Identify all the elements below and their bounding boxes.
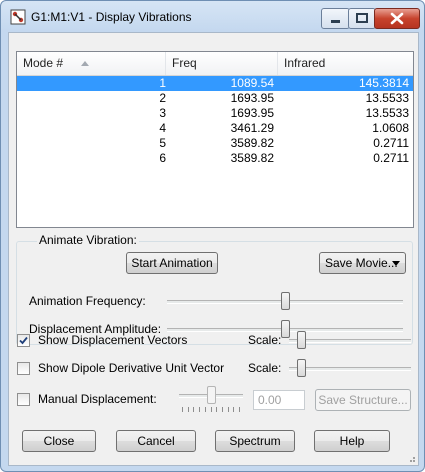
displacement-amplitude-slider[interactable] (281, 320, 290, 338)
vectors-scale-track (289, 339, 411, 343)
table-row[interactable]: 5 3589.82 0.2711 (17, 136, 413, 151)
maximize-icon (356, 13, 368, 23)
column-header-infrared[interactable]: Infrared (278, 52, 413, 75)
minimize-button[interactable] (321, 8, 350, 29)
table-row[interactable]: 2 1693.95 13.5533 (17, 91, 413, 106)
cell-freq: 1693.95 (230, 106, 274, 120)
table-header: Mode # Freq Infrared (17, 52, 413, 76)
display-vibrations-window: G1:M1:V1 - Display Vibrations Mode # Fre… (0, 0, 425, 472)
table-row[interactable]: 6 3589.82 0.2711 (17, 151, 413, 166)
animation-frequency-label: Animation Frequency: (29, 294, 146, 308)
dipole-scale-slider[interactable] (297, 359, 307, 377)
cell-infrared: 13.5533 (365, 106, 409, 120)
table-row[interactable]: 4 3461.29 1.0608 (17, 121, 413, 136)
dropdown-arrow-icon (392, 261, 400, 266)
checkmark-icon (19, 336, 28, 345)
cell-mode: 2 (159, 91, 166, 105)
cell-infrared: 1.0608 (372, 121, 409, 135)
cell-mode: 4 (159, 121, 166, 135)
manual-displacement-slider[interactable] (207, 386, 216, 404)
show-dipole-derivative-label: Show Dipole Derivative Unit Vector (38, 361, 225, 375)
cancel-button[interactable]: Cancel (116, 430, 196, 452)
cell-infrared: 145.3814 (358, 76, 409, 90)
show-displacement-vectors-label: Show Displacement Vectors (38, 333, 188, 347)
animate-vibration-label: Animate Vibration: (37, 233, 139, 247)
spectrum-button[interactable]: Spectrum (215, 430, 295, 452)
vibration-table[interactable]: Mode # Freq Infrared 1 1089.54 145.3814 2 16… (16, 51, 414, 228)
save-structure-button[interactable]: Save Structure... (315, 389, 411, 411)
cell-infrared: 0.2711 (373, 136, 409, 150)
manual-displacement-value[interactable]: 0.00 (253, 390, 305, 410)
cell-freq: 1089.54 (230, 76, 274, 90)
show-dipole-derivative-checkbox[interactable] (17, 362, 30, 375)
manual-displacement-ticks (182, 407, 240, 412)
title-bar[interactable]: G1:M1:V1 - Display Vibrations (1, 1, 424, 33)
start-animation-button[interactable]: Start Animation (126, 252, 218, 274)
cell-infrared: 13.5533 (365, 91, 409, 105)
save-movie-label: Save Movie... (325, 256, 398, 270)
cell-mode: 5 (159, 136, 166, 150)
cell-freq: 3589.82 (230, 136, 274, 150)
dipole-scale-label: Scale: (248, 361, 282, 375)
column-header-freq-label: Freq (172, 56, 197, 70)
help-button[interactable]: Help (314, 430, 390, 452)
cell-freq: 1693.95 (230, 91, 274, 105)
column-header-mode-label: Mode # (23, 56, 64, 70)
app-icon (10, 9, 26, 25)
column-header-infrared-label: Infrared (284, 56, 326, 70)
maximize-button[interactable] (348, 8, 376, 29)
dialog-body: Mode # Freq Infrared 1 1089.54 145.3814 2 16… (8, 32, 419, 466)
cell-mode: 1 (159, 76, 166, 90)
cell-mode: 6 (159, 151, 166, 165)
show-displacement-vectors-checkbox[interactable] (17, 334, 30, 347)
animation-frequency-slider[interactable] (281, 292, 290, 310)
table-row[interactable]: 3 1693.95 13.5533 (17, 106, 413, 121)
vectors-scale-label: Scale: (248, 333, 282, 347)
table-row[interactable]: 1 1089.54 145.3814 (17, 76, 413, 91)
cell-mode: 3 (159, 106, 166, 120)
close-button[interactable]: Close (22, 430, 96, 452)
close-icon (390, 12, 404, 25)
vectors-scale-slider[interactable] (297, 331, 307, 349)
column-header-freq[interactable]: Freq (166, 52, 278, 75)
manual-displacement-label: Manual Displacement: (38, 392, 157, 406)
cell-freq: 3461.29 (230, 121, 274, 135)
save-movie-button[interactable]: Save Movie... (319, 252, 406, 274)
column-header-mode[interactable]: Mode # (17, 52, 166, 75)
dipole-scale-track (289, 367, 411, 371)
window-title: G1:M1:V1 - Display Vibrations (31, 10, 192, 24)
animate-vibration-group: Animate Vibration: Start Animation Save … (16, 233, 413, 345)
manual-displacement-checkbox[interactable] (17, 393, 30, 406)
cell-freq: 3589.82 (230, 151, 274, 165)
cell-infrared: 0.2711 (373, 151, 409, 165)
minimize-icon (331, 20, 340, 23)
sort-ascending-icon (81, 61, 89, 66)
resize-grip-icon[interactable] (406, 453, 416, 463)
close-window-button[interactable] (374, 8, 420, 29)
